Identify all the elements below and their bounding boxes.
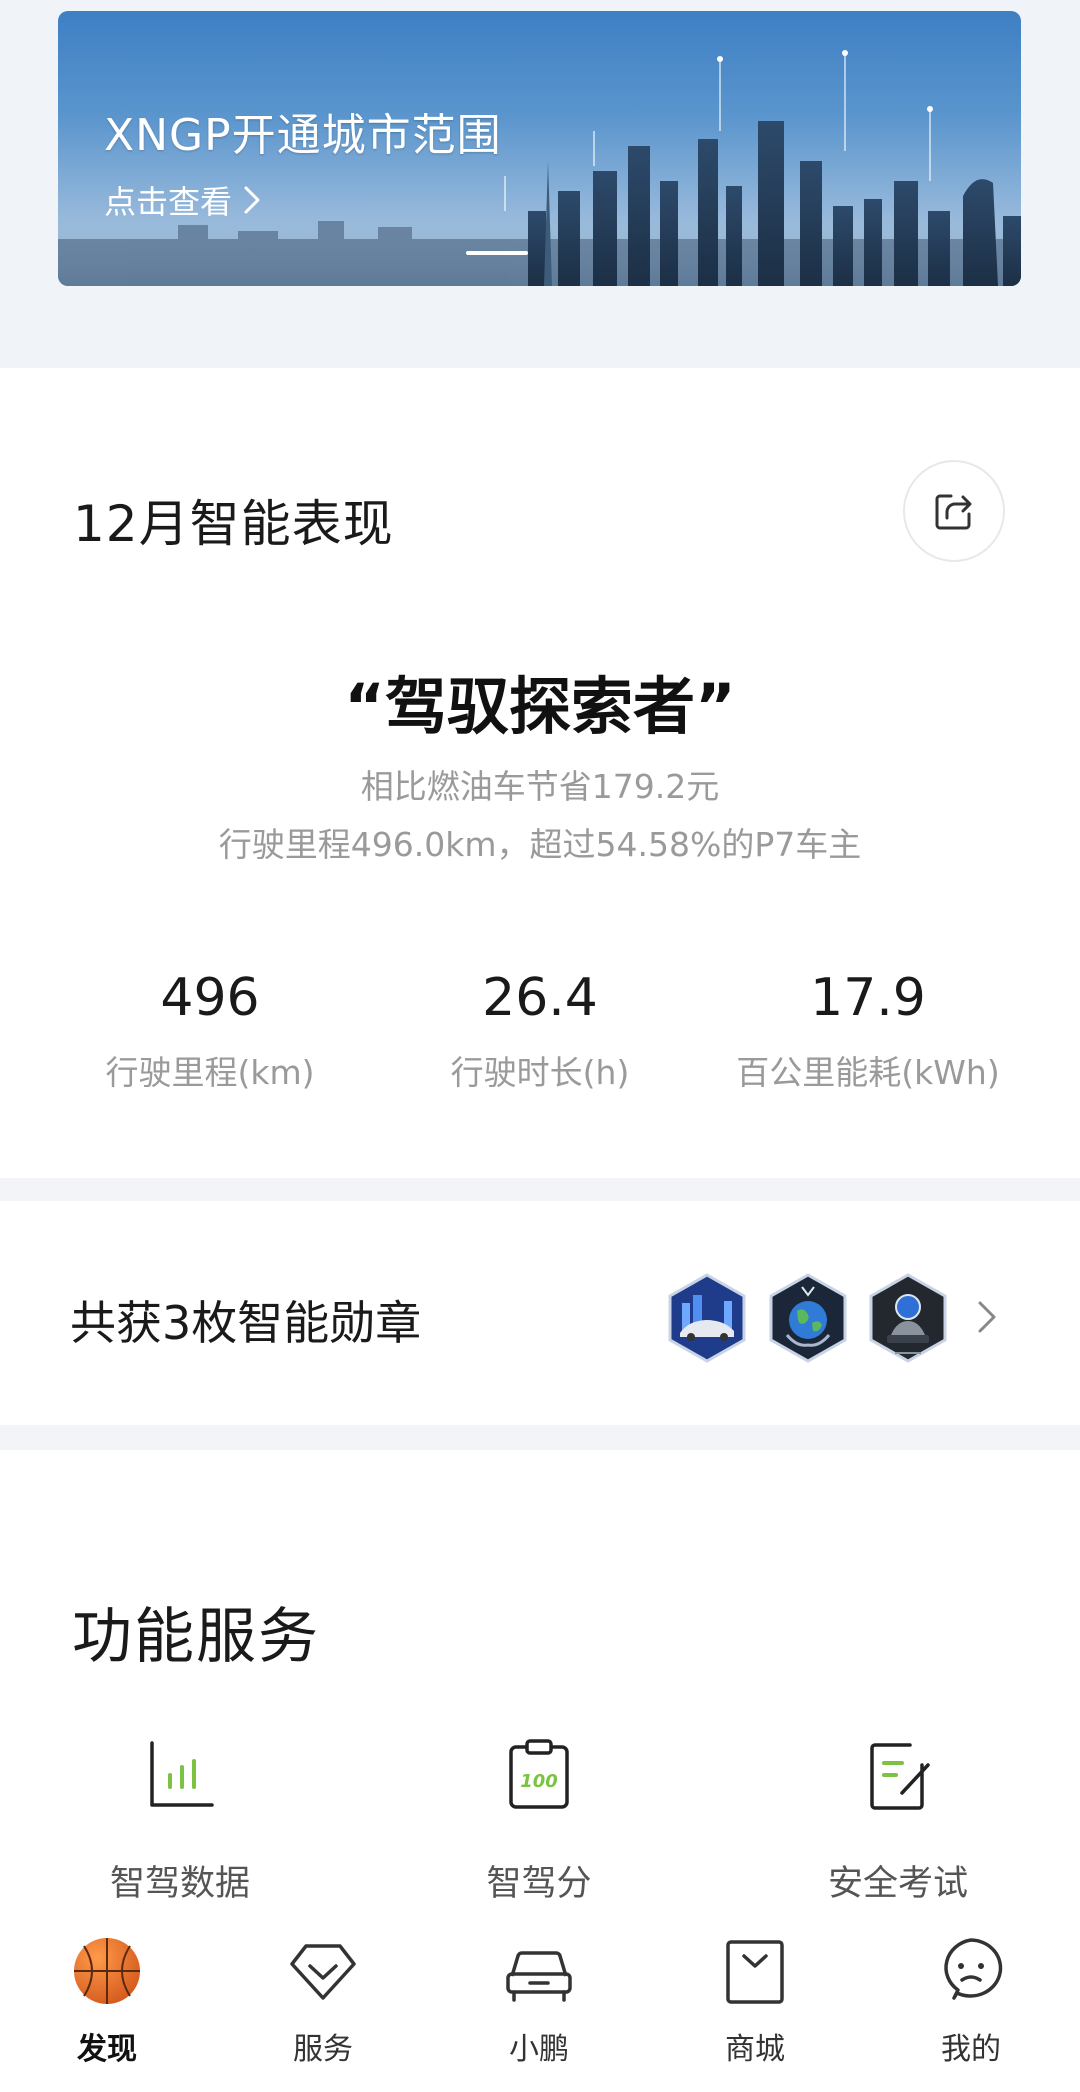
service-drive-score[interactable]: 100 智驾分 — [389, 1735, 689, 1906]
bottom-nav: 发现 服务 小鹏 商城 我的 — [0, 1920, 1080, 2092]
exam-pencil-icon — [870, 1743, 930, 1810]
share-icon — [935, 494, 972, 530]
banner-view-link[interactable]: 点击查看 — [104, 177, 262, 223]
banner-link-label: 点击查看 — [104, 183, 233, 221]
stat-label: 百公里能耗(kWh) — [736, 1053, 1000, 1092]
share-button[interactable] — [903, 460, 1005, 562]
medals-title: 共获3枚智能勋章 — [70, 1296, 422, 1350]
nav-label: 发现 — [77, 2032, 137, 2067]
service-chevron-icon — [290, 1944, 356, 2000]
performance-title: 12月智能表现 — [73, 495, 394, 553]
service-label: 安全考试 — [827, 1864, 968, 1904]
service-safety-exam[interactable]: 安全考试 — [748, 1735, 1048, 1906]
nav-label: 我的 — [941, 2032, 1001, 2067]
nav-tab-mall[interactable]: 商城 — [675, 1934, 835, 2068]
stat-label: 行驶里程(km) — [105, 1053, 315, 1092]
bar-chart-icon — [150, 1741, 214, 1807]
car-city-medal-icon — [668, 1273, 746, 1363]
car-icon — [506, 1951, 572, 2002]
chevron-right-icon — [244, 186, 260, 214]
services-title: 功能服务 — [72, 1602, 320, 1672]
nav-tab-mine[interactable]: 我的 — [891, 1934, 1051, 2068]
chevron-right-icon — [978, 1301, 996, 1333]
nav-tab-xiaopeng[interactable]: 小鹏 — [459, 1934, 619, 2068]
stat-value: 496 — [160, 968, 260, 1028]
nav-label: 服务 — [293, 2032, 353, 2067]
performance-card: 12月智能表现 “驾驭探索者” 相比燃油车节省179.2元 行驶里程496.0k… — [0, 368, 1080, 1178]
globe-medal-icon — [769, 1273, 847, 1363]
stat-mileage: 496 行驶里程(km) — [30, 968, 390, 1094]
mileage-rank-text: 行驶里程496.0km，超过54.58%的P7车主 — [218, 825, 862, 864]
stats-row: 496 行驶里程(km) 26.4 行驶时长(h) 17.9 百公里能耗(kWh… — [0, 968, 1080, 1108]
profile-bubble-icon — [944, 1938, 1003, 2000]
xngp-banner[interactable]: XNGP开通城市范围 点击查看 — [58, 11, 1021, 286]
astronaut-medal-icon — [869, 1273, 947, 1363]
banner-area: XNGP开通城市范围 点击查看 — [0, 0, 1080, 368]
stat-value: 26.4 — [482, 968, 598, 1028]
banner-pagination — [58, 251, 1021, 257]
banner-dot-active — [466, 251, 528, 255]
score-clipboard-icon: 100 — [509, 1739, 569, 1809]
nav-tab-discover[interactable]: 发现 — [27, 1934, 187, 2068]
nav-tab-service[interactable]: 服务 — [243, 1934, 403, 2068]
shopping-bag-icon — [726, 1940, 784, 2004]
medals-card[interactable]: 共获3枚智能勋章 — [0, 1201, 1080, 1425]
nav-label: 商城 — [725, 2032, 785, 2067]
service-drive-data[interactable]: 智驾数据 — [30, 1735, 330, 1906]
stat-energy: 17.9 百公里能耗(kWh) — [688, 968, 1048, 1094]
nav-label: 小鹏 — [509, 2032, 569, 2067]
basketball-icon — [74, 1938, 140, 2004]
stat-label: 行驶时长(h) — [450, 1053, 630, 1092]
svg-text:100: 100 — [520, 1771, 558, 1792]
performance-headline: “驾驭探索者” — [344, 670, 736, 743]
savings-text: 相比燃油车节省179.2元 — [360, 767, 720, 806]
stat-value: 17.9 — [810, 968, 926, 1028]
stat-duration: 26.4 行驶时长(h) — [360, 968, 720, 1094]
service-label: 智驾分 — [486, 1864, 592, 1904]
service-label: 智驾数据 — [109, 1864, 250, 1904]
banner-title: XNGP开通城市范围 — [104, 110, 502, 161]
